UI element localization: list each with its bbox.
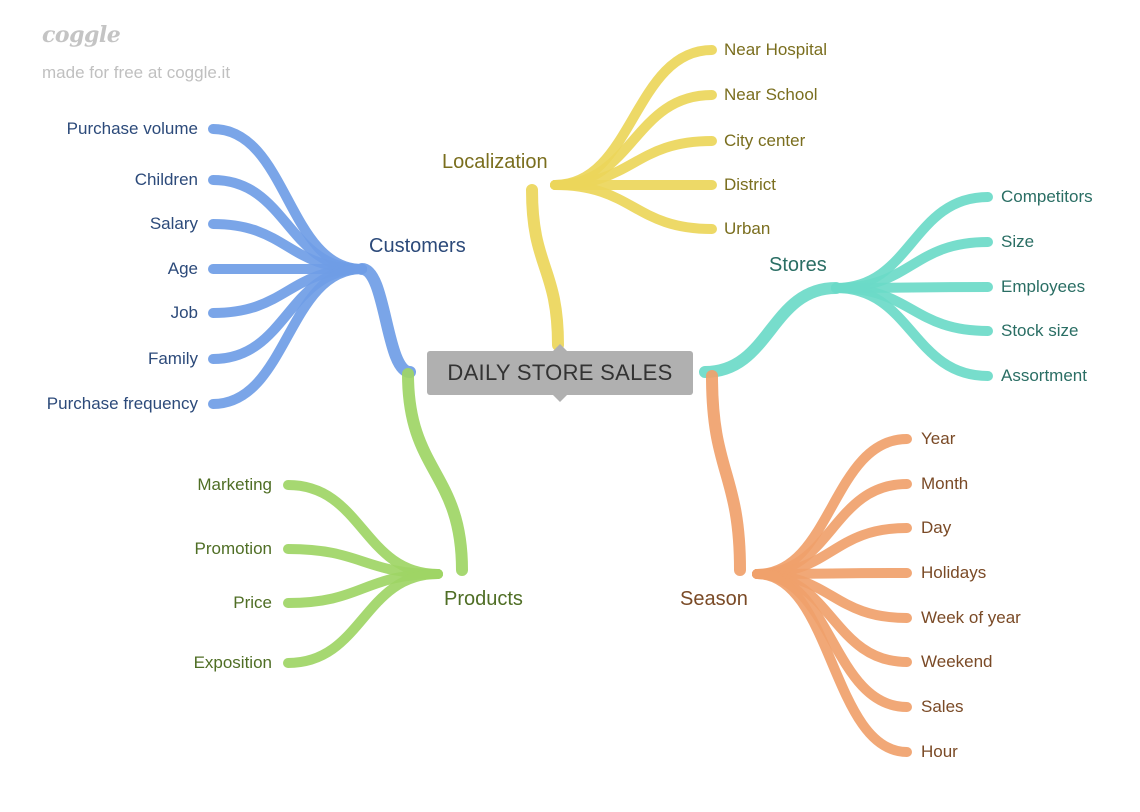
center-notch-bottom [553, 395, 567, 402]
customers-leaf[interactable]: Family [148, 349, 198, 369]
edge-center-season [706, 370, 746, 576]
coggle-logo: coggle [42, 22, 121, 48]
stores-leaf[interactable]: Competitors [1001, 187, 1093, 207]
customers-leaf[interactable]: Purchase volume [67, 119, 198, 139]
branch-localization[interactable]: Localization [442, 150, 548, 174]
edge-center-localization [526, 184, 564, 351]
edge-center-stores [699, 282, 842, 378]
stores-leaf[interactable]: Stock size [1001, 321, 1078, 341]
season-leaf[interactable]: Year [921, 429, 955, 449]
products-leaf[interactable]: Promotion [195, 539, 272, 559]
branch-season[interactable]: Season [680, 587, 748, 611]
season-leaf[interactable]: Sales [921, 697, 964, 717]
localization-leaf[interactable]: City center [724, 131, 805, 151]
localization-leaf[interactable]: Near Hospital [724, 40, 827, 60]
stores-leaf[interactable]: Assortment [1001, 366, 1087, 386]
customers-leaf[interactable]: Children [135, 170, 198, 190]
stores-leaf[interactable]: Employees [1001, 277, 1085, 297]
edge-center-customers [356, 263, 416, 378]
center-node[interactable]: DAILY STORE SALES [427, 344, 693, 402]
localization-leaf[interactable]: Urban [724, 219, 770, 239]
customers-leaf[interactable]: Age [168, 259, 198, 279]
customers-leaf[interactable]: Purchase frequency [47, 394, 198, 414]
season-leaf[interactable]: Month [921, 474, 968, 494]
products-leaf[interactable]: Marketing [197, 475, 272, 495]
localization-leaf[interactable]: District [724, 175, 776, 195]
center-node-label: DAILY STORE SALES [447, 360, 673, 385]
watermark-tagline: made for free at coggle.it [42, 63, 231, 82]
season-leaf[interactable]: Week of year [921, 608, 1021, 628]
edge-center-products [402, 368, 468, 576]
localization-leaf[interactable]: Near School [724, 85, 818, 105]
products-leaf[interactable]: Price [233, 593, 272, 613]
season-leaf[interactable]: Weekend [921, 652, 993, 672]
customers-leaf[interactable]: Salary [150, 214, 198, 234]
edge-localization-item [550, 180, 717, 234]
products-leaf[interactable]: Exposition [194, 653, 272, 673]
season-leaf[interactable]: Holidays [921, 563, 986, 583]
customers-leaf[interactable]: Job [171, 303, 198, 323]
season-leaf[interactable]: Day [921, 518, 951, 538]
center-notch-top [553, 344, 567, 351]
branch-customers[interactable]: Customers [369, 234, 466, 258]
branch-stores[interactable]: Stores [769, 253, 827, 277]
season-leaf[interactable]: Hour [921, 742, 958, 762]
branch-products[interactable]: Products [444, 587, 523, 611]
stores-leaf[interactable]: Size [1001, 232, 1034, 252]
